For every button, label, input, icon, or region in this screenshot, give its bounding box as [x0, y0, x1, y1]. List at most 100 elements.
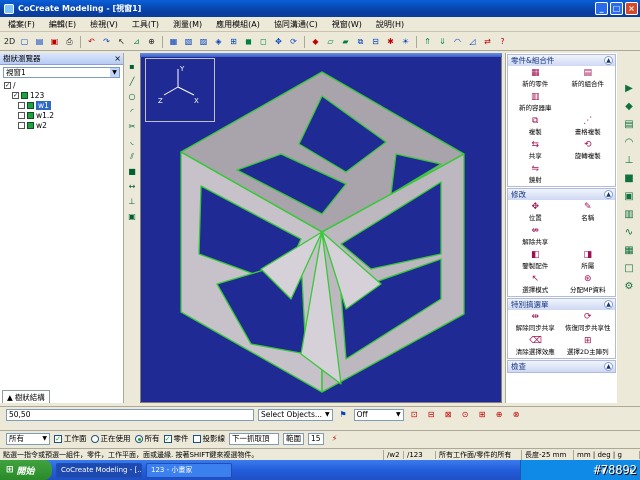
snap-mid-icon[interactable]: ⊞: [476, 408, 489, 421]
cube-model[interactable]: [141, 54, 502, 403]
resync-share-button[interactable]: ⟳ 恢復同步共享性: [562, 312, 615, 332]
zoom-icon[interactable]: ⊕: [145, 35, 158, 48]
menu-measure[interactable]: 測量(M): [173, 19, 202, 30]
tree-node-w1-2[interactable]: w1.2: [4, 110, 123, 120]
chevron-up-icon[interactable]: ▲: [604, 190, 613, 199]
snap-end-icon[interactable]: ⊕: [493, 408, 506, 421]
range-input[interactable]: 15: [308, 432, 324, 445]
scope-dropdown[interactable]: 所有 ▼: [6, 432, 50, 445]
rotate-copy-button[interactable]: ⟲ 旋轉複製: [562, 140, 615, 160]
owner-button[interactable]: ◨ 所屬: [562, 250, 615, 270]
annotation-icon[interactable]: ◆: [622, 101, 636, 113]
share-button[interactable]: ⇆ 共享: [509, 140, 562, 160]
view-side-icon[interactable]: ▨: [197, 35, 210, 48]
section-header[interactable]: 特別搞選單 ▲: [508, 299, 615, 310]
tree-node-root[interactable]: ✓ /: [4, 80, 123, 90]
design-icon[interactable]: ▶: [622, 83, 636, 95]
snap-grid-icon[interactable]: ⊗: [510, 408, 523, 421]
workplane-checkbox[interactable]: ✓ 工作面: [54, 433, 87, 444]
select-2d-array-button[interactable]: ⊞ 選擇2D主陣列: [562, 336, 615, 356]
snap-edge-icon[interactable]: ⊟: [425, 408, 438, 421]
visibility-checkbox[interactable]: ✓: [12, 91, 19, 99]
undo-icon[interactable]: ↶: [85, 35, 98, 48]
help-icon[interactable]: ?: [496, 35, 509, 48]
chevron-up-icon[interactable]: ▲: [604, 56, 613, 65]
move-icon[interactable]: ⇄: [481, 35, 494, 48]
assign-mp-button[interactable]: ⊛ 分配MP資料: [562, 274, 615, 294]
section-header[interactable]: 修改 ▲: [508, 189, 615, 200]
box-outline-icon[interactable]: □: [622, 263, 636, 275]
clipboard-icon[interactable]: ▣: [622, 191, 636, 203]
redo-icon[interactable]: ↷: [100, 35, 113, 48]
section-icon[interactable]: ⊟: [369, 35, 382, 48]
viewport-selector[interactable]: 視窗1 ▼: [3, 67, 120, 78]
chevron-up-icon[interactable]: ▲: [604, 300, 613, 309]
shade-icon[interactable]: ◼: [242, 35, 255, 48]
select-mode-button[interactable]: ↖ 選擇模式: [509, 274, 562, 294]
apply-icon[interactable]: ⚡: [328, 432, 341, 445]
chamfer-icon[interactable]: ◿: [466, 35, 479, 48]
menu-collaborate[interactable]: 協同溝通(C): [274, 19, 318, 30]
chevron-up-icon[interactable]: ▲: [604, 362, 613, 371]
all-radio[interactable]: 所有: [134, 433, 160, 444]
menu-window[interactable]: 視窗(W): [332, 19, 362, 30]
select-objects-dropdown[interactable]: Select Objects... ▼: [258, 408, 333, 421]
workplane-icon[interactable]: ▱: [324, 35, 337, 48]
copy-button[interactable]: ⧉ 複製: [509, 116, 562, 136]
radio-circle[interactable]: [134, 434, 143, 443]
mirror-button[interactable]: ⇋ 鏡射: [509, 164, 562, 184]
pattern-copy-button[interactable]: ⋰ 畫格複製: [562, 116, 615, 136]
open-icon[interactable]: ▤: [33, 35, 46, 48]
minimize-button[interactable]: _: [595, 2, 608, 15]
menu-file[interactable]: 檔案(F): [8, 19, 35, 30]
visibility-checkbox[interactable]: ✓: [4, 81, 11, 89]
catch-dropdown[interactable]: 下一抓取頂: [229, 432, 279, 445]
section-header[interactable]: 檢查 ▲: [508, 361, 615, 372]
checkbox-box[interactable]: ✓: [163, 434, 172, 443]
view-front-icon[interactable]: ▦: [167, 35, 180, 48]
print-icon[interactable]: ⎙: [63, 35, 76, 48]
constraint-icon[interactable]: ⊥: [127, 197, 137, 207]
light-icon[interactable]: ☀: [399, 35, 412, 48]
highlight-icon[interactable]: ✱: [384, 35, 397, 48]
grid-icon[interactable]: ▦: [622, 245, 636, 257]
menu-view[interactable]: 檢視(V): [90, 19, 118, 30]
filter-icon[interactable]: ⚑: [337, 408, 350, 421]
circle-icon[interactable]: ○: [127, 92, 137, 102]
mill-icon[interactable]: ⇓: [436, 35, 449, 48]
sheet-icon[interactable]: ▤: [622, 119, 636, 131]
close-button[interactable]: ×: [625, 2, 638, 15]
box-icon[interactable]: ■: [622, 173, 636, 185]
feature-icon[interactable]: ⊥: [622, 155, 636, 167]
fillet-icon[interactable]: ◟: [127, 137, 137, 147]
wave-icon[interactable]: ∿: [622, 227, 636, 239]
parts-checkbox[interactable]: ✓ 零件: [163, 433, 189, 444]
snap-point-icon[interactable]: ⊡: [408, 408, 421, 421]
in-use-radio[interactable]: 正在使用: [90, 433, 131, 444]
start-button[interactable]: ⊞ 開始: [0, 460, 52, 480]
line-icon[interactable]: ╱: [127, 77, 137, 87]
new-container-button[interactable]: ▥ 新的容器庫: [509, 92, 562, 112]
rotate-icon[interactable]: ⟳: [287, 35, 300, 48]
layer-icon[interactable]: ▥: [622, 209, 636, 221]
surface-icon[interactable]: ◠: [622, 137, 636, 149]
checkbox-box[interactable]: [192, 434, 201, 443]
menu-edit[interactable]: 編輯(E): [49, 19, 76, 30]
menu-modules[interactable]: 應用模組(A): [216, 19, 260, 30]
3d-viewport[interactable]: Y X Z: [140, 53, 502, 403]
visibility-checkbox[interactable]: [18, 121, 25, 129]
tab-tree-structure[interactable]: ▲ 樹狀結構: [2, 390, 50, 403]
new-assembly-button[interactable]: ▤ 新的組合件: [562, 68, 615, 88]
clear-selection-button[interactable]: ⌫ 清除選擇效應: [509, 336, 562, 356]
view-2d-button[interactable]: 2D: [3, 35, 16, 48]
offset-icon[interactable]: ⫽: [127, 152, 137, 162]
save-icon[interactable]: ▣: [48, 35, 61, 48]
make-component-button[interactable]: ◧ 鑒製配件: [509, 250, 562, 270]
snap-face-icon[interactable]: ⊠: [442, 408, 455, 421]
section-header[interactable]: 零件&組合件 ▲: [508, 55, 615, 66]
checkbox-box[interactable]: ✓: [54, 434, 62, 443]
taskbar-item-cocreate[interactable]: CoCreate Modeling - [...: [56, 462, 142, 478]
close-icon[interactable]: ×: [114, 54, 121, 63]
blend-icon[interactable]: ◠: [451, 35, 464, 48]
snap-mode-dropdown[interactable]: Off ▼: [353, 408, 404, 421]
